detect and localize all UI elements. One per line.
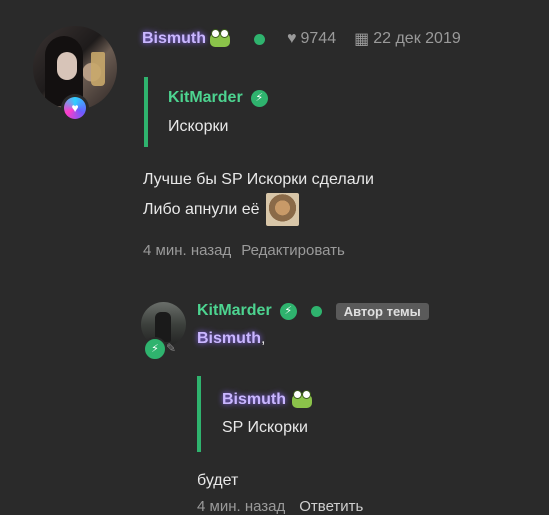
bolt-icon: ⚡ [279, 302, 297, 320]
post-date: 22 дек 2019 [373, 30, 461, 47]
quote-text: Искорки [168, 118, 229, 135]
post-line-2: Либо апнули её [143, 200, 260, 218]
quote-header: KitMarder ⚡ [168, 89, 268, 107]
reply-quote-bar [197, 376, 201, 452]
reply-quote-text: SP Искорки [222, 419, 308, 436]
reply-footer: 4 мин. назад Ответить [197, 498, 363, 515]
topic-author-badge: Автор темы [335, 302, 429, 320]
reply-link[interactable]: Ответить [299, 498, 363, 515]
post-footer: 4 мин. назад Редактировать [143, 242, 345, 259]
reply-time: 4 мин. назад [197, 498, 286, 515]
mention-row: Bismuth, [197, 330, 265, 348]
reply-quote-author[interactable]: Bismuth [222, 391, 286, 409]
online-status-icon [310, 305, 322, 317]
frog-emoji-icon [210, 28, 230, 47]
post-header: Bismuth ♥ 9744 ▦ 22 дек 2019 [142, 28, 461, 49]
heart-icon: ♥ [287, 30, 297, 47]
reply-header: KitMarder ⚡ Автор темы [197, 302, 429, 320]
pencil-icon: ✎ [166, 341, 177, 355]
bolt-icon: ⚡ [250, 89, 268, 107]
reply-quote-header: Bismuth [222, 389, 312, 409]
monkey-emoji-icon [265, 193, 299, 226]
online-status-icon [254, 33, 265, 45]
reply-text: будет [197, 472, 239, 489]
reply-author[interactable]: KitMarder [197, 302, 272, 320]
quote-author[interactable]: KitMarder [168, 89, 243, 107]
frog-emoji-icon [292, 389, 312, 408]
quote-bar [144, 77, 148, 147]
heart-badge-icon: ♥ [61, 94, 89, 122]
post-line-1: Лучше бы SP Искорки сделали [143, 171, 374, 188]
post-time: 4 мин. назад [143, 242, 232, 259]
likes-count: 9744 [300, 30, 337, 47]
calendar-icon: ▦ [354, 31, 370, 48]
author-name[interactable]: Bismuth [142, 30, 206, 48]
edit-link[interactable]: Редактировать [241, 242, 345, 259]
mention-name[interactable]: Bismuth [197, 330, 261, 347]
mention-suffix: , [261, 330, 266, 347]
bolt-badge-icon: ⚡ [143, 337, 167, 361]
post-line-2-row: Либо апнули её [143, 193, 299, 226]
